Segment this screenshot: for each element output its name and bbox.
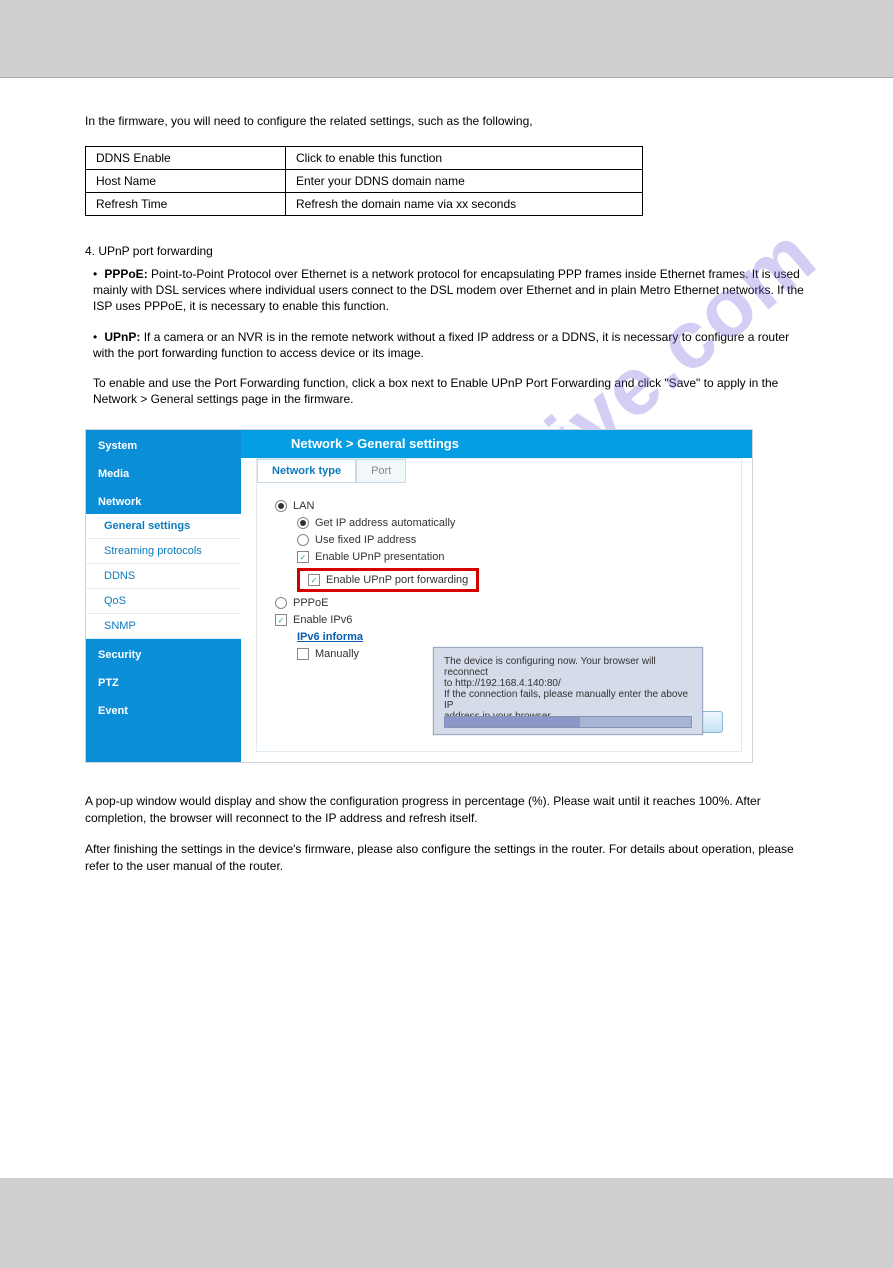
bottom-p1: A pop-up window would display and show t… — [85, 793, 808, 827]
cell-refresh-time: Refresh Time — [86, 193, 286, 216]
label-upnp-forwarding: Enable UPnP port forwarding — [326, 574, 468, 586]
cell-host-name-desc: Enter your DDNS domain name — [286, 170, 643, 193]
header-band — [0, 0, 893, 77]
cell-ddns-enable: DDNS Enable — [86, 147, 286, 170]
page-title: Network > General settings — [241, 430, 752, 458]
label-pppoe: PPPoE — [293, 597, 328, 609]
bullet-text: If a camera or an NVR is in the remote n… — [93, 330, 789, 360]
popup-line: If the connection fails, please manually… — [444, 689, 692, 711]
link-ipv6-info[interactable]: IPv6 informa — [297, 631, 363, 643]
intro-text: In the firmware, you will need to config… — [85, 114, 808, 128]
sidebar-item-network[interactable]: Network — [86, 486, 241, 514]
section-heading-upnp: 4. UPnP port forwarding — [85, 244, 808, 258]
tab-port[interactable]: Port — [356, 459, 406, 483]
highlight-upnp-forwarding: Enable UPnP port forwarding — [297, 568, 479, 592]
sidebar-item-security[interactable]: Security — [86, 639, 241, 667]
table-row: Host Name Enter your DDNS domain name — [86, 170, 643, 193]
table-row: Refresh Time Refresh the domain name via… — [86, 193, 643, 216]
sidebar-sub-snmp[interactable]: SNMP — [86, 614, 241, 639]
tab-network-type[interactable]: Network type — [257, 459, 356, 483]
label-lan: LAN — [293, 500, 314, 512]
cell-refresh-time-desc: Refresh the domain name via xx seconds — [286, 193, 643, 216]
sidebar-item-media[interactable]: Media — [86, 458, 241, 486]
bottom-p2: After finishing the settings in the devi… — [85, 841, 808, 875]
firmware-screenshot: System Media Network General settings St… — [85, 429, 753, 763]
tabs: Network type Port — [257, 459, 406, 483]
sidebar-sub-ddns[interactable]: DDNS — [86, 564, 241, 589]
sidebar-sub-qos[interactable]: QoS — [86, 589, 241, 614]
progress-popup: The device is configuring now. Your brow… — [433, 647, 703, 735]
bullet-pppoe: • PPPoE: Point-to-Point Protocol over Et… — [93, 266, 808, 315]
label-manually: Manually — [315, 648, 359, 660]
bullet-list: • PPPoE: Point-to-Point Protocol over Et… — [93, 266, 808, 407]
config-table: DDNS Enable Click to enable this functio… — [85, 146, 643, 216]
bullet-text: Point-to-Point Protocol over Ethernet is… — [93, 267, 804, 313]
table-row: DDNS Enable Click to enable this functio… — [86, 147, 643, 170]
footer-band — [0, 1178, 893, 1268]
sidebar-item-ptz[interactable]: PTZ — [86, 667, 241, 695]
bullet-enable-fwd: To enable and use the Port Forwarding fu… — [93, 375, 808, 407]
sidebar-sub-general-settings[interactable]: General settings — [86, 514, 241, 539]
label-upnp-presentation: Enable UPnP presentation — [315, 551, 444, 563]
checkbox-upnp-presentation[interactable] — [297, 551, 309, 563]
content-panel: Network type Port LAN Get IP address aut… — [256, 458, 742, 752]
radio-pppoe[interactable] — [275, 597, 287, 609]
sidebar-item-event[interactable]: Event — [86, 695, 241, 723]
checkbox-manually[interactable] — [297, 648, 309, 660]
radio-fixed-ip[interactable] — [297, 534, 309, 546]
checkbox-ipv6[interactable] — [275, 614, 287, 626]
checkbox-upnp-forwarding[interactable] — [308, 574, 320, 586]
progress-bar — [444, 716, 692, 728]
bottom-paragraphs: A pop-up window would display and show t… — [85, 793, 808, 874]
bullet-upnp: • UPnP: If a camera or an NVR is in the … — [93, 329, 808, 361]
page-body: manualshive.com In the firmware, you wil… — [0, 78, 893, 1178]
bullet-title: PPPoE: — [104, 267, 151, 281]
sidebar: System Media Network General settings St… — [86, 430, 241, 762]
popup-line: to http://192.168.4.140:80/ — [444, 678, 692, 689]
label-auto-ip: Get IP address automatically — [315, 517, 455, 529]
bullet-title: UPnP: — [104, 330, 143, 344]
radio-lan[interactable] — [275, 500, 287, 512]
cell-host-name: Host Name — [86, 170, 286, 193]
bullet-text: To enable and use the Port Forwarding fu… — [93, 376, 778, 406]
sidebar-sub-streaming[interactable]: Streaming protocols — [86, 539, 241, 564]
cell-ddns-enable-desc: Click to enable this function — [286, 147, 643, 170]
radio-auto-ip[interactable] — [297, 517, 309, 529]
popup-line: The device is configuring now. Your brow… — [444, 656, 692, 678]
label-fixed-ip: Use fixed IP address — [315, 534, 416, 546]
label-ipv6: Enable IPv6 — [293, 614, 352, 626]
sidebar-item-system[interactable]: System — [86, 430, 241, 458]
